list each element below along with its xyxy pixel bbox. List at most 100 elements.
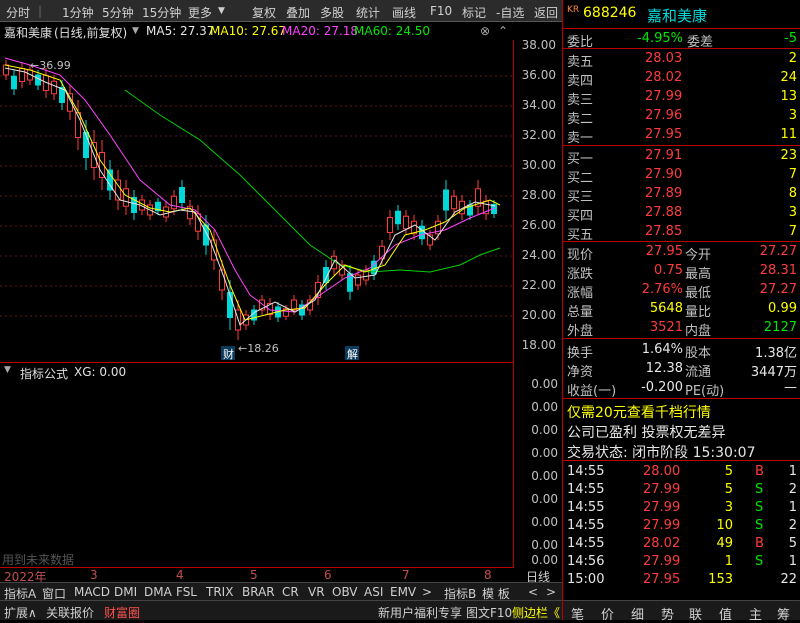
kline-chart[interactable]: ←36.99 ←18.26 财 解 — [0, 40, 514, 363]
tab-dmi[interactable]: DMI — [114, 585, 137, 599]
stat-row: 现价 27.95 今开 27.27 — [563, 243, 800, 263]
stat-label: 流通 — [685, 365, 712, 380]
top-toolbar: 分时 | 1分钟 5分钟 15分钟 更多 ▼ 复权 叠加 多股 统计 画线 F1… — [0, 0, 562, 22]
tab-xi[interactable]: 细 — [631, 604, 644, 623]
tick-direction: S — [755, 482, 764, 497]
stat-value: 0.75 — [654, 263, 683, 278]
more-button[interactable]: 更多 — [188, 4, 212, 21]
tick-volume: 5 — [724, 464, 733, 479]
back-button[interactable]: 返回 — [534, 4, 558, 21]
tab-next[interactable]: > — [422, 585, 432, 599]
tick-direction: B — [755, 536, 764, 551]
stat-label: 涨跌 — [567, 267, 594, 282]
scroll-left[interactable]: < — [528, 585, 538, 599]
y-tick: 38.00 — [521, 38, 556, 52]
tab-emv[interactable]: EMV — [390, 585, 416, 599]
indicator-label[interactable]: 指标公式 — [20, 365, 68, 382]
ask-price: 27.96 — [645, 108, 683, 123]
duogu-button[interactable]: 多股 — [320, 4, 344, 21]
ind-tick: 0.00 — [531, 469, 558, 483]
stat-value: 3521 — [649, 320, 683, 335]
ask-row[interactable]: 卖四 28.02 24 — [563, 69, 800, 89]
wealth-circle-button[interactable]: 财富圈 — [104, 604, 140, 621]
expand-button[interactable]: 扩展∧ — [4, 604, 37, 621]
ask-row[interactable]: 卖二 27.96 3 — [563, 107, 800, 127]
bid-row[interactable]: 买一 27.91 23 — [563, 147, 800, 167]
tab-15min[interactable]: 15分钟 — [142, 4, 181, 21]
tab-bi[interactable]: 笔 — [571, 604, 584, 623]
tick-count: 1 — [788, 500, 797, 515]
indicator-panel[interactable]: ▼ 指标公式 XG: 0.00 用到未来数据 — [0, 363, 514, 568]
ask-row[interactable]: 卖三 27.99 13 — [563, 88, 800, 108]
chevron-down-icon[interactable]: ▼ — [4, 365, 11, 375]
stock-name-quote: 嘉和美康 — [647, 7, 708, 25]
tick-count: 2 — [788, 518, 797, 533]
chevron-down-icon[interactable]: ▼ — [218, 6, 225, 16]
tongji-button[interactable]: 统计 — [356, 4, 380, 21]
tab-1min[interactable]: 1分钟 — [62, 4, 94, 21]
tab-vr[interactable]: VR — [308, 585, 325, 599]
fuquan-button[interactable]: 复权 — [252, 4, 276, 21]
tick-price: 28.00 — [643, 464, 681, 479]
chevron-up-icon[interactable]: ⌃ — [498, 24, 508, 38]
tick-volume: 153 — [708, 572, 733, 587]
bid-row[interactable]: 买五 27.85 7 — [563, 223, 800, 243]
stat-row: 总量 5648 量比 0.99 — [563, 300, 800, 320]
tick-price: 27.99 — [643, 482, 681, 497]
ind-tick: 0.00 — [531, 553, 558, 567]
tab-shi[interactable]: 势 — [661, 604, 674, 623]
tab-fsl[interactable]: FSL — [176, 585, 197, 599]
stat-value: 1.38亿 — [755, 346, 797, 361]
f10-button[interactable]: F10 — [430, 4, 452, 18]
stat-label: 涨幅 — [567, 286, 594, 301]
zixuan-button[interactable]: -自选 — [496, 4, 524, 21]
bid-row[interactable]: 买三 27.89 8 — [563, 185, 800, 205]
tick-time: 15:00 — [567, 572, 605, 587]
ma60-line — [124, 89, 501, 273]
close-icon[interactable]: ⊗ — [480, 24, 490, 38]
quote-tabs: 笔 价 细 势 联 值 主 筹 — [563, 600, 800, 623]
tab-obv[interactable]: OBV — [332, 585, 358, 599]
jie-marker[interactable]: 解 — [347, 347, 358, 361]
sidebar-toggle[interactable]: 侧边栏《 — [512, 604, 560, 621]
tab-lian[interactable]: 联 — [689, 604, 702, 623]
bid-row[interactable]: 买二 27.90 7 — [563, 166, 800, 186]
x-tick: 7 — [402, 568, 410, 582]
tab-macd[interactable]: MACD — [74, 585, 110, 599]
tab-fenshi[interactable]: 分时 — [6, 4, 30, 21]
ask-label: 卖五 — [567, 55, 594, 70]
ask-row[interactable]: 卖一 27.95 11 — [563, 126, 800, 146]
tab-asi[interactable]: ASI — [364, 585, 383, 599]
bid-row[interactable]: 买四 27.88 3 — [563, 204, 800, 224]
tab-dma[interactable]: DMA — [144, 585, 172, 599]
candle-body — [19, 68, 25, 82]
stat-label: 现价 — [567, 248, 594, 263]
tab-zhu[interactable]: 主 — [749, 604, 762, 623]
scroll-right[interactable]: > — [546, 585, 556, 599]
date-axis: 2022年 3 4 5 6 7 8 日线 — [0, 568, 562, 584]
promo-link[interactable]: 仅需20元查看千档行情 — [567, 402, 711, 422]
huaxian-button[interactable]: 画线 — [392, 4, 416, 21]
tab-brar[interactable]: BRAR — [242, 585, 275, 599]
stat-label: 收益(一) — [567, 384, 617, 399]
fin-marker[interactable]: 财 — [223, 347, 234, 361]
tab-jia[interactable]: 价 — [601, 604, 614, 623]
stat-label: 最高 — [685, 267, 712, 282]
tick-row: 14:55 28.00 5 B 1 — [563, 463, 800, 481]
f10-text-button[interactable]: 图文F10 — [466, 604, 512, 621]
dropdown-icon[interactable]: ▼ — [132, 26, 139, 36]
tab-zhi[interactable]: 值 — [719, 604, 732, 623]
biaoji-button[interactable]: 标记 — [462, 4, 486, 21]
y-tick: 28.00 — [521, 188, 556, 202]
diejia-button[interactable]: 叠加 — [286, 4, 310, 21]
tab-cr[interactable]: CR — [282, 585, 299, 599]
tab-5min[interactable]: 5分钟 — [102, 4, 134, 21]
indicator-axis: 0.00 0.00 0.00 0.00 0.00 0.00 0.00 0.00 … — [514, 363, 562, 568]
tab-trix[interactable]: TRIX — [206, 585, 233, 599]
related-quote-button[interactable]: 关联报价 — [46, 604, 94, 621]
ind-tick: 0.00 — [531, 400, 558, 414]
ask-row[interactable]: 卖五 28.03 2 — [563, 50, 800, 70]
new-user-promo[interactable]: 新用户福利专享 — [378, 604, 462, 621]
tab-chou[interactable]: 筹 — [777, 604, 790, 623]
ask-price: 27.95 — [645, 127, 683, 142]
